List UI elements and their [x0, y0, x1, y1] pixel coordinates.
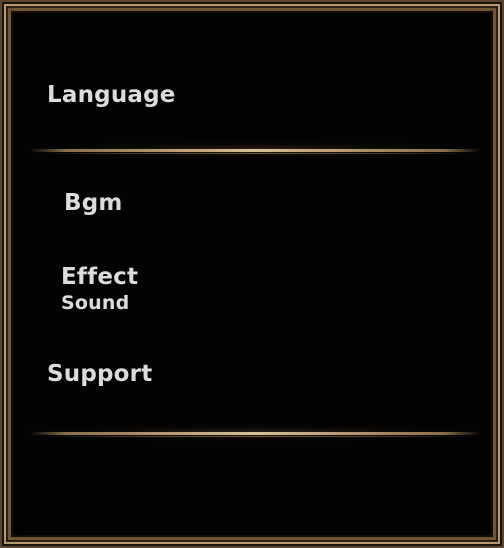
bgm-label: Bgm — [64, 190, 123, 216]
effect-sound-label: Sound — [61, 292, 130, 314]
language-label[interactable]: Language — [47, 82, 176, 108]
divider-bottom — [30, 425, 480, 441]
divider-top — [30, 142, 480, 158]
settings-panel: Language Bgm Effect Sound Support — [0, 0, 504, 548]
effect-label: Effect — [61, 264, 139, 290]
support-label[interactable]: Support — [47, 361, 152, 387]
